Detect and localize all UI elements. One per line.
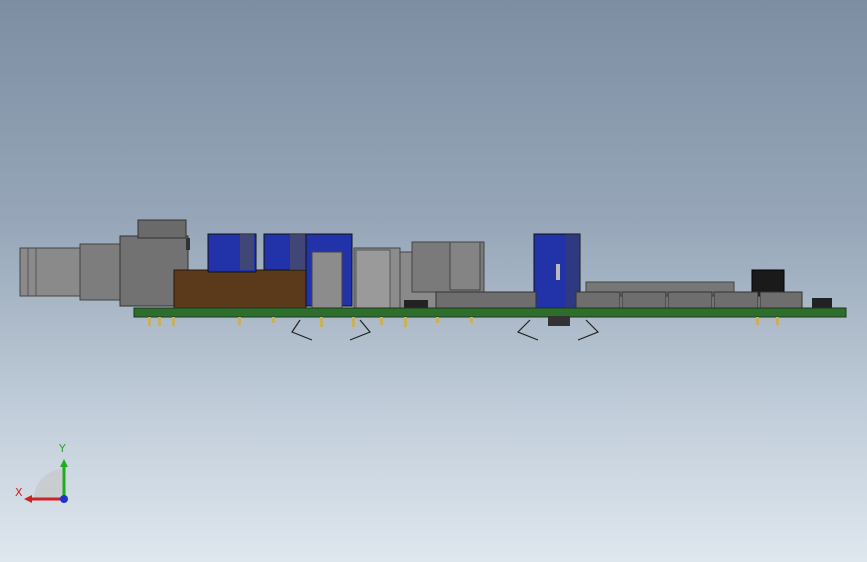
bnc-connector[interactable]: [19, 219, 190, 307]
graphics-viewport[interactable]: Y X: [0, 0, 867, 562]
board-standoff: [548, 316, 570, 326]
capacitor-2[interactable]: [533, 233, 581, 309]
axis-x-label: X: [15, 486, 23, 499]
terminal-connectors[interactable]: [435, 291, 832, 309]
relay[interactable]: [173, 269, 307, 311]
pcb-assembly-model[interactable]: [0, 0, 867, 562]
board-pins: [148, 317, 779, 327]
pcb-board[interactable]: [133, 307, 847, 318]
axis-y-label: Y: [59, 442, 66, 455]
axis-triad-icon: [24, 459, 68, 503]
